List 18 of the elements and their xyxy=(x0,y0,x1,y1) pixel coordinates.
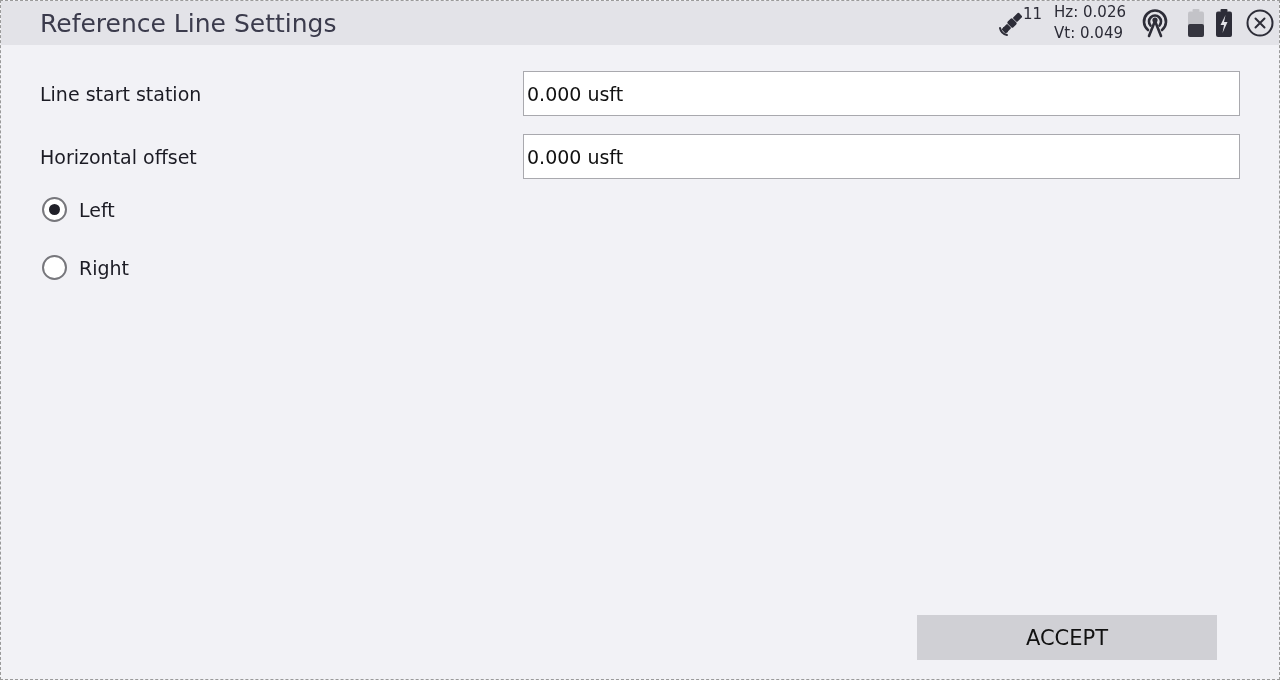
satellite-icon xyxy=(998,11,1022,39)
radio-button[interactable] xyxy=(42,197,67,222)
satellite-count: 11 xyxy=(1023,5,1043,23)
radio-button[interactable] xyxy=(42,255,67,280)
input-field[interactable]: 0.000 usft xyxy=(523,71,1240,116)
accept-button[interactable]: ACCEPT xyxy=(917,615,1217,660)
battery-charging-icon xyxy=(1216,9,1232,37)
radio-label[interactable]: Left xyxy=(79,198,115,221)
close-icon[interactable] xyxy=(1246,9,1274,37)
input-field[interactable]: 0.000 usft xyxy=(523,134,1240,179)
field-label: Horizontal offset xyxy=(40,145,198,168)
field-label: Line start station xyxy=(40,82,203,105)
radio-label[interactable]: Right xyxy=(79,256,130,279)
antenna-icon[interactable] xyxy=(1140,8,1170,38)
battery-half-icon xyxy=(1188,9,1204,37)
window-title: Reference Line Settings xyxy=(40,8,338,38)
hz-precision: Hz: 0.026 xyxy=(1054,2,1126,23)
vt-precision: Vt: 0.049 xyxy=(1054,23,1124,44)
